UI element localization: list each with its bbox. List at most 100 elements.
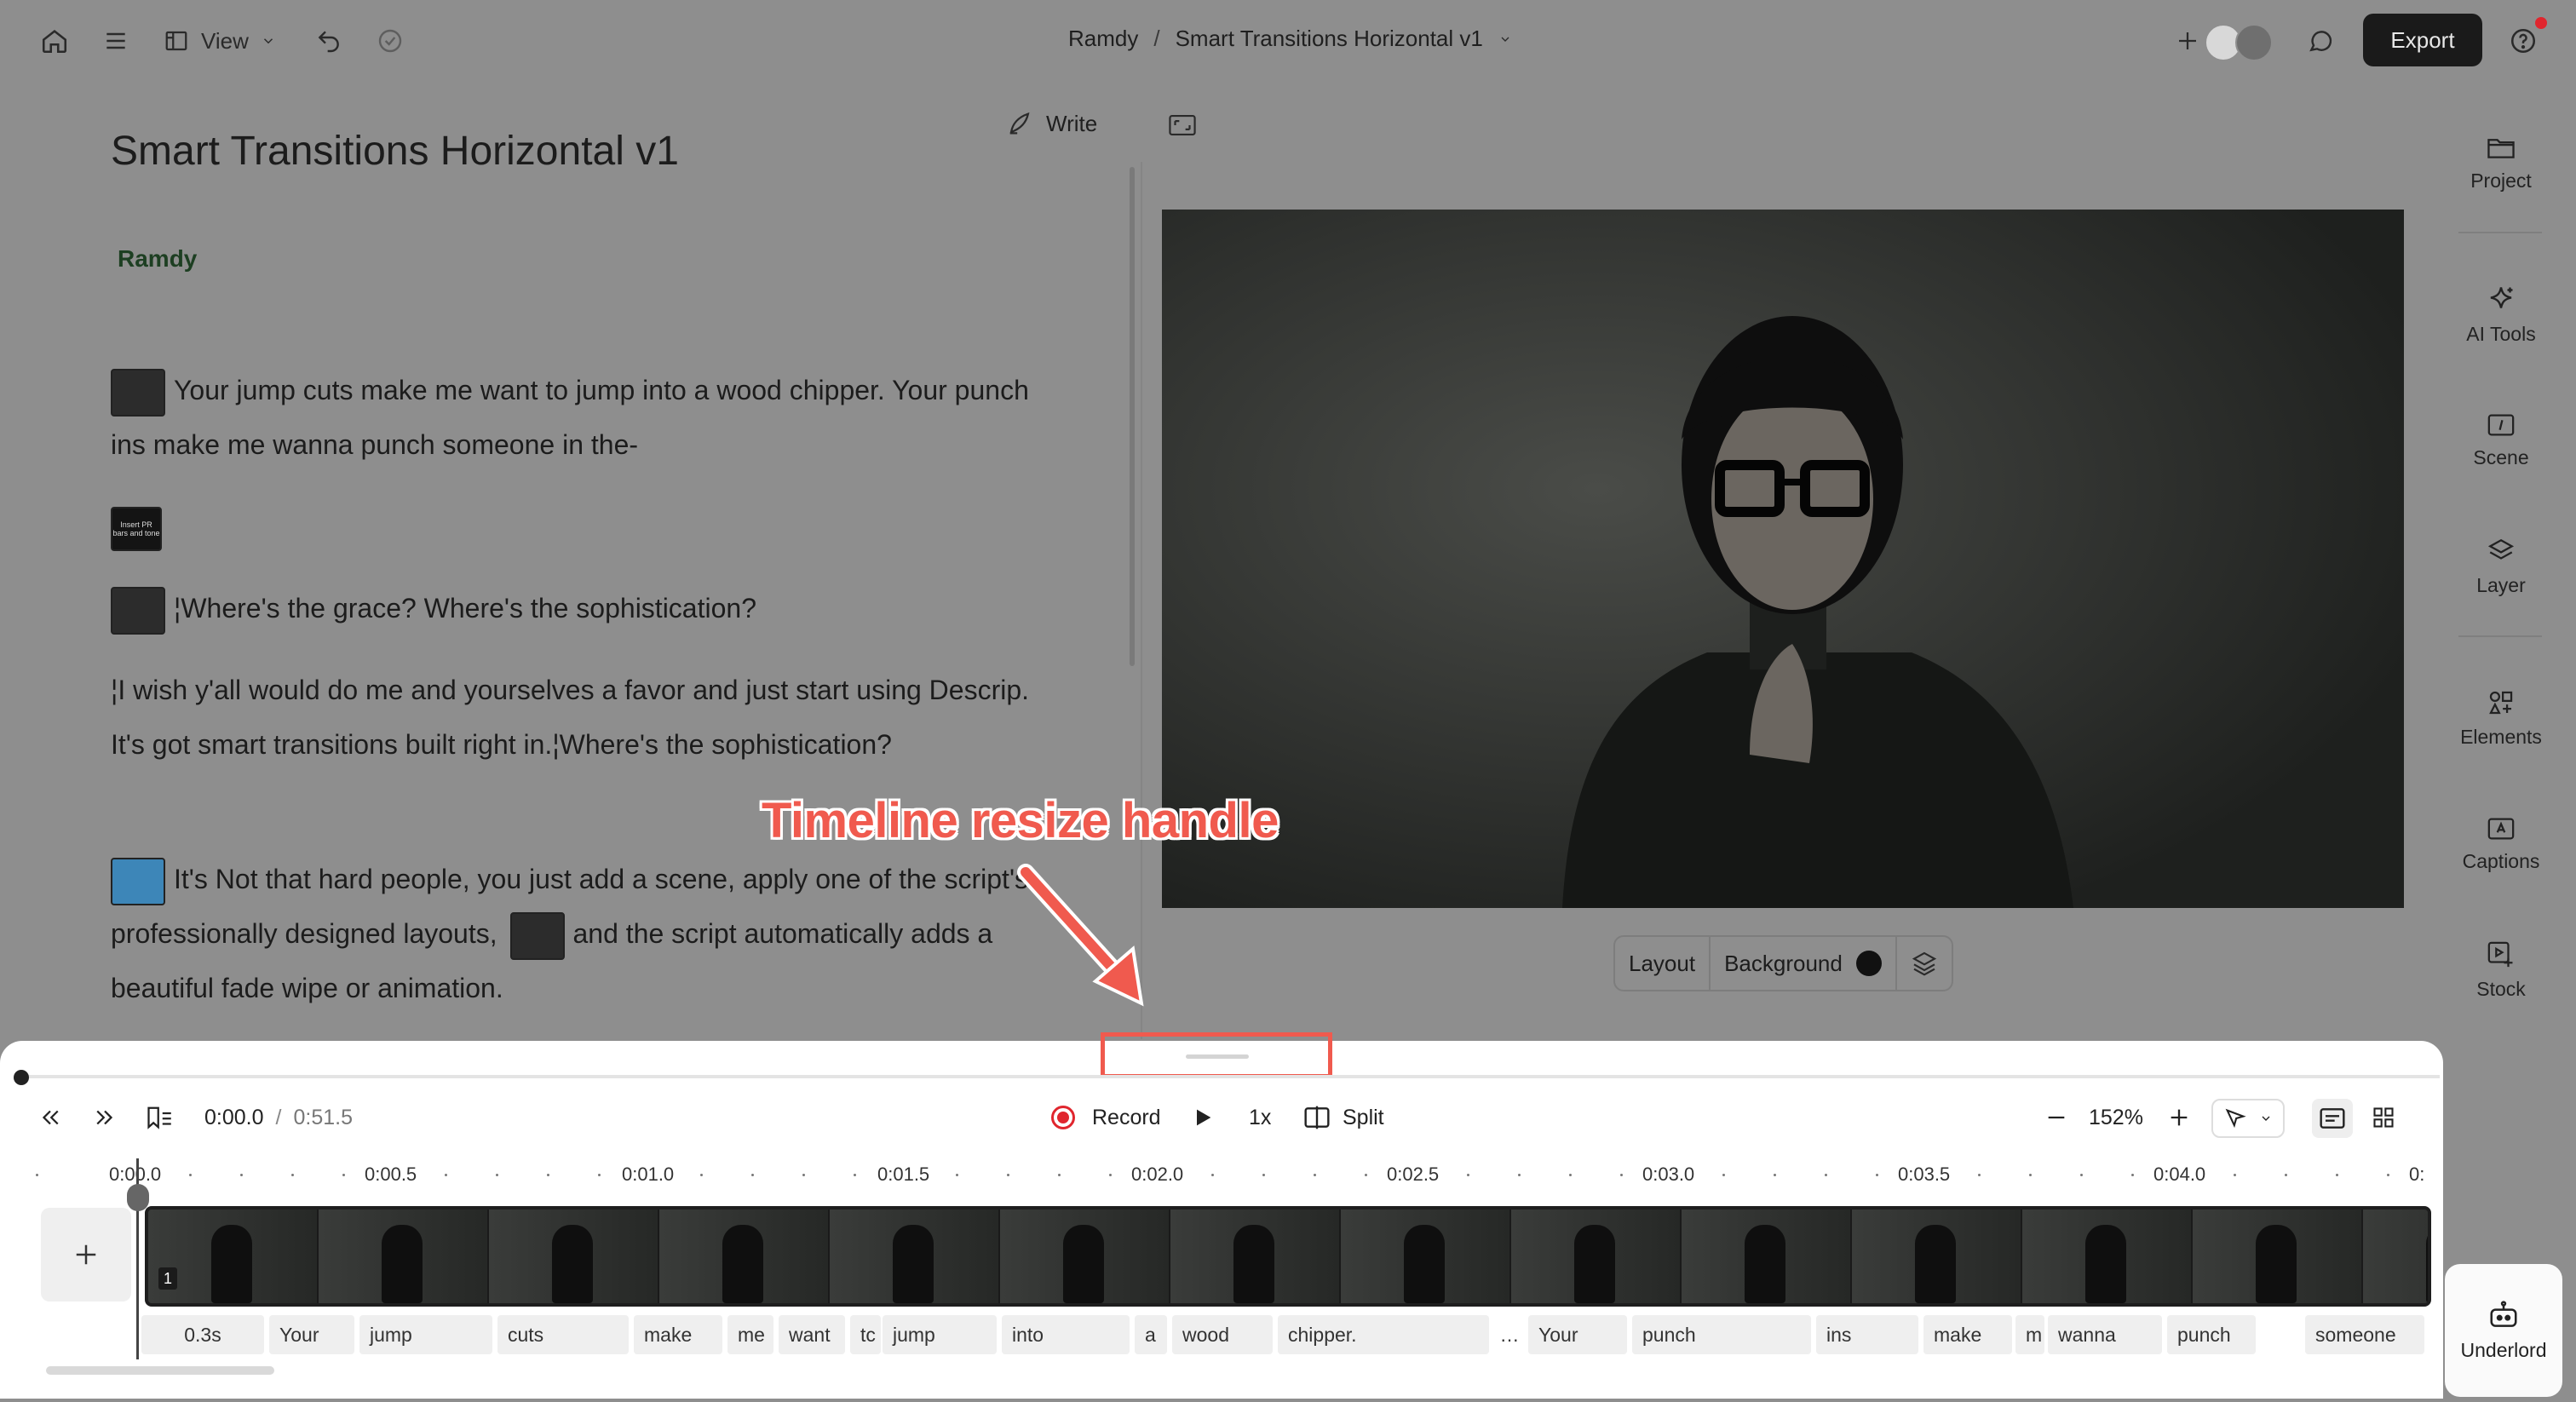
- speaker-label[interactable]: Ramdy: [118, 245, 197, 273]
- script-paragraph[interactable]: Insert PR bars and tone: [111, 499, 1065, 554]
- layout-button[interactable]: Layout: [1615, 937, 1711, 990]
- ruler-tick: [2234, 1174, 2236, 1176]
- underlord-button[interactable]: Underlord: [2445, 1264, 2562, 1397]
- script-paragraph[interactable]: It's Not that hard people, you just add …: [111, 852, 1065, 1015]
- word-block[interactable]: chipper.: [1278, 1315, 1489, 1354]
- word-block[interactable]: make: [634, 1315, 722, 1354]
- playback-speed-button[interactable]: 1x: [1249, 1099, 1271, 1136]
- word-block[interactable]: tc: [850, 1315, 881, 1354]
- help-button[interactable]: [2506, 24, 2540, 58]
- ruler-tick: [751, 1174, 754, 1176]
- background-button[interactable]: Background: [1711, 937, 1897, 990]
- word-block[interactable]: wood: [1172, 1315, 1273, 1354]
- zoom-in-button[interactable]: [2167, 1099, 2191, 1136]
- word-block[interactable]: Your: [1528, 1315, 1627, 1354]
- ruler-tick: [445, 1174, 447, 1176]
- script-paragraph[interactable]: ¦I wish y'all would do me and yourselves…: [111, 663, 1065, 772]
- chevron-down-icon[interactable]: [1498, 32, 1512, 46]
- add-track-button[interactable]: [41, 1208, 131, 1301]
- scene-thumbnail[interactable]: Insert PR bars and tone: [111, 506, 162, 551]
- sidebar-item-layer[interactable]: Layer: [2453, 520, 2549, 613]
- word-block[interactable]: m: [2015, 1315, 2044, 1354]
- script-scrollbar[interactable]: [1130, 167, 1135, 666]
- avatar[interactable]: [2235, 24, 2273, 61]
- minus-icon: [2048, 1116, 2065, 1119]
- word-block[interactable]: into: [1002, 1315, 1130, 1354]
- scene-icon: [2487, 414, 2515, 435]
- scene-thumbnail[interactable]: [111, 857, 165, 905]
- track-view-button[interactable]: [2312, 1099, 2353, 1138]
- undo-icon: [318, 31, 339, 53]
- sidebar-item-elements[interactable]: Elements: [2453, 671, 2549, 765]
- zoom-level[interactable]: 152%: [2089, 1099, 2143, 1136]
- video-clip[interactable]: [145, 1206, 2431, 1307]
- scene-thumbnail[interactable]: [509, 911, 565, 960]
- ruler-tick: [802, 1174, 805, 1176]
- preview-frame: [1162, 210, 2404, 908]
- clip-frame: [1000, 1210, 1170, 1303]
- invite-button[interactable]: [2171, 24, 2205, 58]
- word-block[interactable]: wanna: [2048, 1315, 2162, 1354]
- word-block[interactable]: me: [727, 1315, 773, 1354]
- playhead-handle[interactable]: [127, 1184, 149, 1211]
- scene-thumbnail[interactable]: [111, 586, 165, 635]
- ruler-label: 0:: [2409, 1164, 2425, 1185]
- sidebar-item-scene[interactable]: Scene: [2453, 394, 2549, 487]
- script-paragraph[interactable]: Your jump cuts make me want to jump into…: [111, 363, 1065, 472]
- elements-icon: [2489, 691, 2513, 714]
- ruler-tick: [1978, 1174, 1981, 1176]
- word-block[interactable]: jump: [883, 1315, 997, 1354]
- word-block[interactable]: want: [779, 1315, 845, 1354]
- word-block[interactable]: someone: [2305, 1315, 2424, 1354]
- word-block[interactable]: punch: [2167, 1315, 2256, 1354]
- comment-icon: [2309, 31, 2332, 52]
- ruler-label: 0:02.5: [1387, 1164, 1440, 1185]
- word-block[interactable]: make: [1923, 1315, 2012, 1354]
- write-mode-button[interactable]: Write: [1005, 109, 1097, 138]
- word-block[interactable]: ins: [1816, 1315, 1918, 1354]
- play-button[interactable]: [1191, 1099, 1215, 1136]
- bookmarks-button[interactable]: [145, 1099, 174, 1136]
- skip-forward-button[interactable]: [92, 1099, 118, 1136]
- export-button[interactable]: Export: [2363, 14, 2482, 66]
- time-ruler[interactable]: 0:00.0 0:00.5 0:01.0 0:01.5 0:02.0 0:02.…: [0, 1158, 2443, 1192]
- word-block[interactable]: punch: [1632, 1315, 1811, 1354]
- view-menu-button[interactable]: View: [164, 24, 276, 58]
- ruler-tick: [1825, 1174, 1827, 1176]
- word-block[interactable]: jump: [359, 1315, 492, 1354]
- scene-thumbnail[interactable]: [111, 368, 165, 417]
- layers-button[interactable]: [1897, 937, 1952, 990]
- scrubber-knob[interactable]: [14, 1070, 29, 1085]
- sidebar-item-stock[interactable]: Stock: [2453, 923, 2549, 1017]
- word-block[interactable]: a: [1135, 1315, 1167, 1354]
- collapsed-words[interactable]: …: [1494, 1315, 1525, 1354]
- double-chevron-left-icon: [42, 1110, 59, 1125]
- gap-block[interactable]: 0.3s: [141, 1315, 264, 1354]
- word-block[interactable]: cuts: [497, 1315, 629, 1354]
- sidebar-item-project[interactable]: Project: [2453, 116, 2549, 210]
- timeline-horizontal-scrollbar[interactable]: [46, 1366, 274, 1375]
- zoom-out-button[interactable]: [2044, 1099, 2068, 1136]
- breadcrumb-project[interactable]: Smart Transitions Horizontal v1: [1176, 26, 1483, 52]
- word-block[interactable]: Your: [269, 1315, 354, 1354]
- grid-view-button[interactable]: [2372, 1099, 2395, 1136]
- skip-back-button[interactable]: [37, 1099, 63, 1136]
- record-label: Record: [1092, 1105, 1161, 1129]
- sidebar-item-captions[interactable]: Captions: [2453, 797, 2549, 891]
- timeline-scrubber[interactable]: [20, 1075, 2440, 1078]
- split-button[interactable]: Split: [1303, 1099, 1384, 1136]
- menu-button[interactable]: [99, 24, 133, 58]
- sidebar-item-ai-tools[interactable]: AI Tools: [2453, 267, 2549, 361]
- script-paragraph[interactable]: ¦Where's the grace? Where's the sophisti…: [111, 581, 1065, 635]
- video-preview[interactable]: [1162, 210, 2404, 908]
- cursor-tool-button[interactable]: [2211, 1099, 2285, 1138]
- time-separator: /: [275, 1105, 282, 1129]
- undo-button[interactable]: [312, 24, 346, 58]
- layers-icon: [1912, 951, 1937, 976]
- comments-button[interactable]: [2303, 24, 2337, 58]
- breadcrumb-owner[interactable]: Ramdy: [1068, 26, 1138, 52]
- toggle-fullscreen-button[interactable]: [1165, 111, 1199, 140]
- home-button[interactable]: [37, 24, 72, 58]
- script-title[interactable]: Smart Transitions Horizontal v1: [111, 128, 679, 175]
- record-button[interactable]: Record: [1051, 1099, 1161, 1136]
